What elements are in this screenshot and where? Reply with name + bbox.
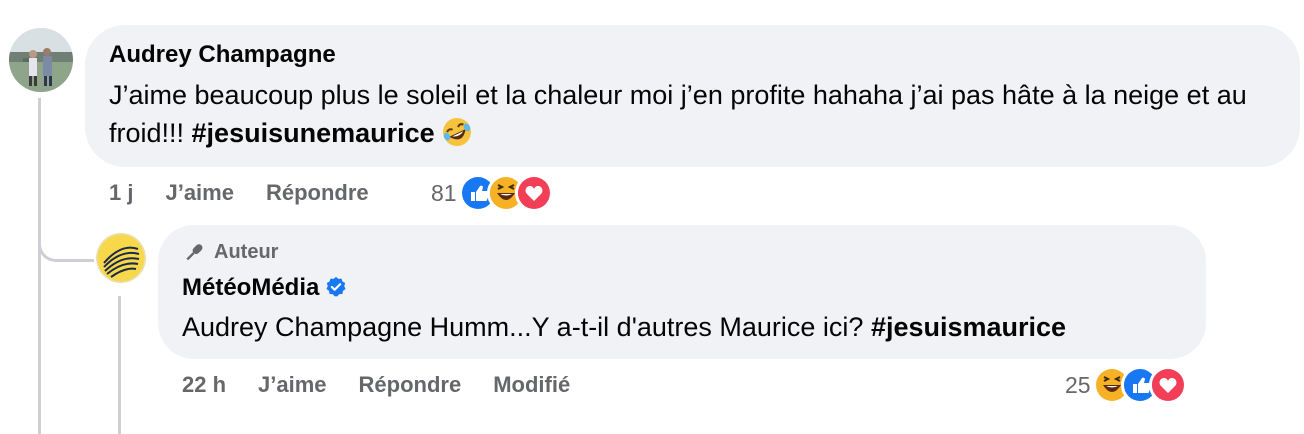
- reply-body: Humm...Y a-t-il d'autres Maurice ici?: [422, 312, 871, 342]
- reply-button[interactable]: Répondre: [359, 372, 462, 398]
- rolling-laughing-emoji-icon: [441, 116, 473, 158]
- love-reaction-icon: [514, 174, 553, 212]
- reply-author-name[interactable]: MétéoMédia: [182, 274, 319, 301]
- avatar[interactable]: [9, 28, 73, 92]
- thread-line: [38, 98, 41, 434]
- reaction-count: 25: [1065, 371, 1091, 398]
- reaction-summary[interactable]: 25: [1065, 366, 1187, 404]
- mention-link[interactable]: Audrey Champagne: [182, 312, 422, 342]
- comment-author[interactable]: Audrey Champagne: [109, 41, 336, 69]
- like-button[interactable]: J’aime: [258, 372, 327, 398]
- comment-timestamp[interactable]: 1 j: [109, 180, 133, 206]
- hashtag-link[interactable]: #jesuisunemaurice: [192, 118, 435, 148]
- microphone-icon: [186, 244, 203, 261]
- reply-actions: 22 h J’aime Répondre Modifié: [182, 372, 602, 398]
- hashtag-link[interactable]: #jesuismaurice: [871, 312, 1066, 342]
- like-button[interactable]: J’aime: [165, 180, 234, 206]
- author-badge: Auteur: [182, 240, 278, 264]
- reply-button[interactable]: Répondre: [266, 180, 369, 206]
- page-avatar[interactable]: [96, 233, 146, 283]
- thread-branch-line: [38, 232, 94, 262]
- reply-thread-line: [118, 296, 121, 434]
- author-badge-label: Auteur: [214, 240, 279, 263]
- verified-badge-icon: [325, 276, 347, 305]
- edited-label[interactable]: Modifié: [493, 372, 570, 398]
- love-reaction-icon: [1148, 366, 1187, 404]
- reaction-count: 81: [431, 179, 457, 206]
- reply-author[interactable]: MétéoMédia: [182, 274, 347, 305]
- comment-actions: 1 j J’aime Répondre: [109, 180, 401, 206]
- reply-timestamp[interactable]: 22 h: [182, 372, 226, 398]
- reaction-summary[interactable]: 81: [431, 174, 553, 212]
- reply-text: Audrey Champagne Humm...Y a-t-il d'autre…: [182, 308, 1192, 346]
- comment-text: J’aime beaucoup plus le soleil et la cha…: [109, 76, 1269, 158]
